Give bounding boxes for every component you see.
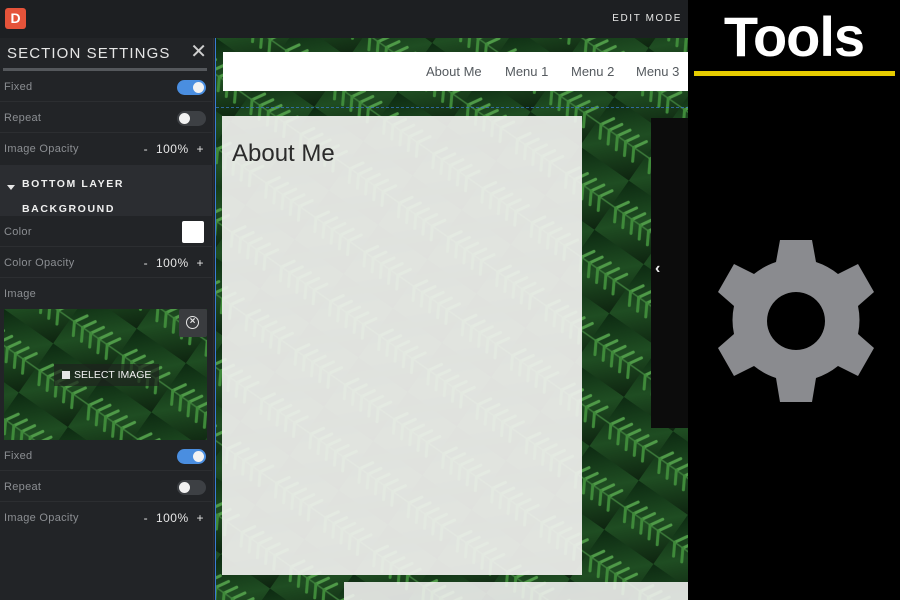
image-opacity-stepper: - 100% + [142, 511, 206, 525]
opacity-value[interactable]: 100% [156, 511, 189, 525]
next-block[interactable] [344, 582, 688, 600]
decrement-button[interactable]: - [144, 511, 149, 525]
panel-header: SECTION SETTINGS ✕ [0, 38, 213, 68]
fixed-label: Fixed [4, 450, 33, 462]
about-heading[interactable]: About Me [232, 140, 335, 168]
fixed-toggle[interactable] [177, 80, 206, 95]
color-opacity-row: Color Opacity - 100% + [0, 248, 212, 278]
fixed-row: Fixed [0, 72, 212, 102]
remove-image-button[interactable]: × [179, 309, 207, 337]
app-logo[interactable]: D [5, 8, 26, 29]
repeat-label: Repeat [4, 481, 42, 493]
tools-title: Tools [723, 5, 865, 68]
panel-scrollbar[interactable] [3, 68, 207, 71]
caret-down-icon[interactable] [7, 185, 15, 190]
repeat-label: Repeat [4, 112, 42, 124]
editor-topbar: D EDIT MODE [0, 0, 688, 38]
repeat-row: Repeat [0, 103, 212, 133]
repeat-row: Repeat [0, 472, 212, 502]
nav-item-menu-2[interactable]: Menu 2 [571, 64, 614, 79]
image-opacity-row: Image Opacity - 100% + [0, 134, 212, 164]
toggle-knob [193, 82, 204, 93]
section-heading-line1: BOTTOM LAYER [22, 178, 125, 190]
select-image-button[interactable]: SELECT IMAGE [54, 364, 160, 386]
color-swatch[interactable] [182, 221, 204, 243]
decrement-button[interactable]: - [144, 256, 149, 270]
close-circle-icon: × [186, 316, 199, 329]
decrement-button[interactable]: - [144, 142, 149, 156]
color-row: Color [0, 217, 212, 247]
nav-item-menu-1[interactable]: Menu 1 [505, 64, 548, 79]
color-label: Color [4, 226, 32, 238]
image-opacity-label: Image Opacity [4, 143, 79, 155]
background-image-preview[interactable]: × SELECT IMAGE [4, 309, 207, 440]
fixed-row: Fixed [0, 441, 212, 471]
color-opacity-stepper: - 100% + [142, 256, 206, 270]
repeat-toggle[interactable] [177, 480, 206, 495]
image-opacity-stepper: - 100% + [142, 142, 206, 156]
nav-item-about-me[interactable]: About Me [426, 64, 482, 79]
image-label: Image [4, 288, 37, 300]
slider-panel[interactable]: ‹ [651, 118, 688, 428]
image-opacity-row: Image Opacity - 100% + [0, 503, 212, 533]
image-icon [62, 370, 70, 379]
toggle-knob [179, 113, 190, 124]
about-me-block[interactable]: About Me [222, 116, 582, 575]
gear-icon [718, 240, 874, 402]
color-opacity-label: Color Opacity [4, 257, 75, 269]
site-preview-canvas[interactable]: About Me Menu 1 Menu 2 Menu 3 About Me ‹ [215, 38, 688, 600]
toggle-knob [193, 451, 204, 462]
site-navbar[interactable]: About Me Menu 1 Menu 2 Menu 3 [223, 52, 688, 91]
section-settings-panel: SECTION SETTINGS ✕ Fixed Repeat Image Op… [0, 38, 214, 600]
section-boundary [216, 107, 688, 108]
toggle-knob [179, 482, 190, 493]
opacity-value[interactable]: 100% [156, 142, 189, 156]
increment-button[interactable]: + [196, 256, 204, 270]
increment-button[interactable]: + [196, 511, 204, 525]
opacity-value[interactable]: 100% [156, 256, 189, 270]
repeat-toggle[interactable] [177, 111, 206, 126]
section-heading: BOTTOM LAYER BACKGROUND [22, 172, 124, 222]
select-image-label: SELECT IMAGE [74, 369, 152, 381]
fixed-toggle[interactable] [177, 449, 206, 464]
tools-overlay: Tools [688, 0, 900, 600]
edit-mode-label[interactable]: EDIT MODE [612, 13, 682, 24]
nav-item-menu-3[interactable]: Menu 3 [636, 64, 679, 79]
image-opacity-label: Image Opacity [4, 512, 79, 524]
chevron-left-icon[interactable]: ‹ [655, 260, 660, 278]
fixed-label: Fixed [4, 81, 33, 93]
image-row: Image [0, 279, 212, 309]
close-icon[interactable]: ✕ [190, 42, 207, 62]
tools-underline [694, 71, 895, 76]
increment-button[interactable]: + [196, 142, 204, 156]
bottom-layer-background-section[interactable]: BOTTOM LAYER BACKGROUND [0, 165, 212, 216]
panel-title: SECTION SETTINGS [7, 45, 171, 62]
